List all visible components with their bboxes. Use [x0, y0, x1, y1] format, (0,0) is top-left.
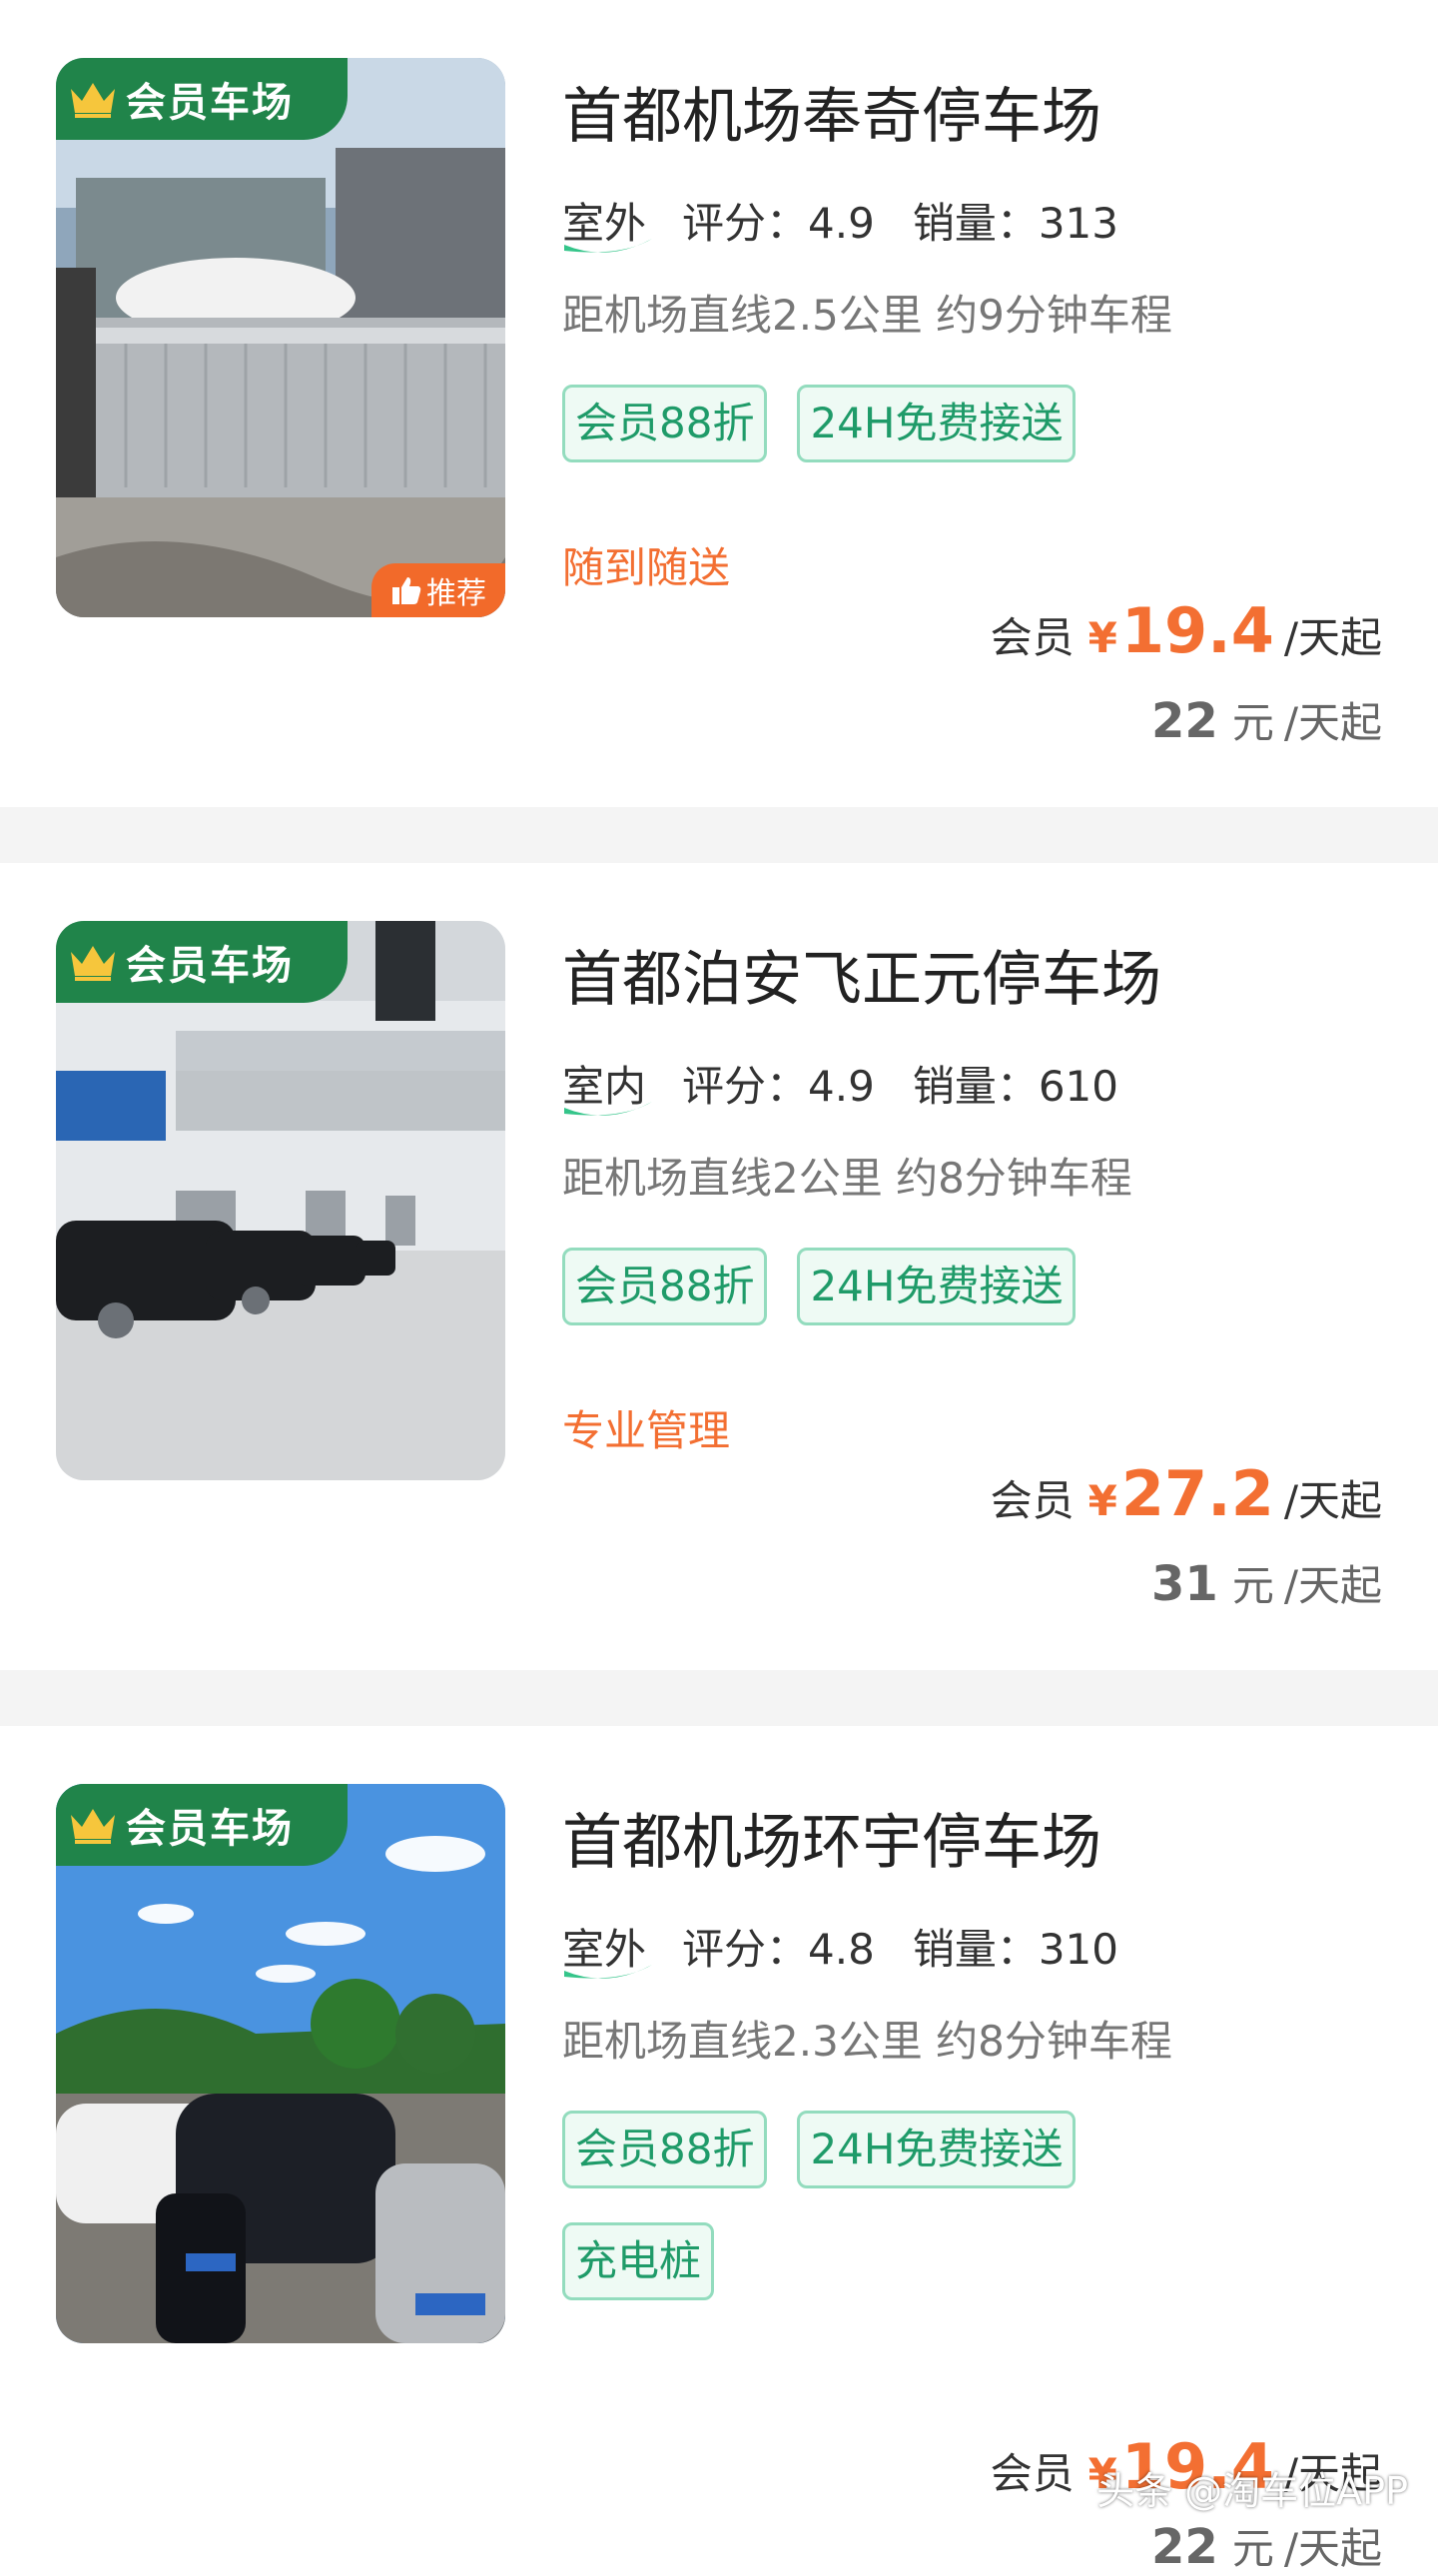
- parking-listing-card[interactable]: 会员车场 首都机场环宇停车场 室外 评分：4.8 销量：310 距机场直线2.3…: [0, 1726, 1438, 2575]
- member-lot-badge-label: 会员车场: [126, 1806, 294, 1852]
- distance-text: 距机场直线2.3公里 约8分钟车程: [562, 2017, 1172, 2066]
- original-price-unit: /天起: [1283, 698, 1382, 747]
- tag-free-shuttle: 24H免费接送: [797, 2111, 1077, 2188]
- lot-type: 室内: [562, 1053, 652, 1116]
- parking-lot-name[interactable]: 首都机场奉奇停车场: [562, 68, 1101, 155]
- crown-icon: [71, 946, 115, 981]
- tag-member-discount: 会员88折: [562, 2111, 768, 2188]
- feature-text: 专业管理: [562, 1406, 731, 1455]
- member-lot-badge: 会员车场: [56, 1784, 348, 1866]
- parking-listing-card[interactable]: 会员车场 首都泊安飞正元停车场 室内 评分：4.9 销量：610 距机场直线2公…: [0, 863, 1438, 1670]
- recommend-badge: 推荐: [371, 563, 505, 617]
- lot-type-label: 室内: [562, 1062, 647, 1111]
- card-divider: [0, 807, 1438, 863]
- outdoor-gate-photo-image: [56, 58, 505, 617]
- original-price: 31 元 /天起: [1151, 1552, 1382, 1613]
- parking-lot-name[interactable]: 首都泊安飞正元停车场: [562, 931, 1161, 1018]
- original-price-currency: 元: [1231, 698, 1274, 747]
- price-unit: /天起: [1283, 1476, 1382, 1525]
- indoor-garage-photo-image: [56, 921, 505, 1480]
- original-price-unit: /天起: [1283, 2524, 1382, 2573]
- price-unit: /天起: [1283, 613, 1382, 662]
- crown-icon: [71, 83, 115, 118]
- parking-lot-photo[interactable]: 会员车场: [56, 921, 505, 1480]
- distance-text: 距机场直线2.5公里 约9分钟车程: [562, 291, 1172, 340]
- tag-charging-pile: 充电桩: [562, 2222, 715, 2300]
- thumbs-up-icon: [392, 577, 421, 604]
- member-lot-badge: 会员车场: [56, 921, 348, 1003]
- card-divider: [0, 1670, 1438, 1726]
- rating: 评分：4.8: [682, 1925, 875, 1974]
- tag-list: 会员88折 24H免费接送: [562, 385, 1077, 462]
- parking-listing-card[interactable]: 会员车场 推荐 首都机场奉奇停车场 室外 评分：4.9 销量：313 距机场直线…: [0, 0, 1438, 807]
- crown-icon: [71, 1809, 115, 1844]
- member-lot-badge-label: 会员车场: [126, 943, 294, 989]
- lot-type-label: 室外: [562, 199, 647, 248]
- distance-text: 距机场直线2公里 约8分钟车程: [562, 1154, 1132, 1203]
- member-price-value: 27.2: [1120, 1457, 1274, 1530]
- parking-lot-name[interactable]: 首都机场环宇停车场: [562, 1794, 1101, 1881]
- tag-member-discount: 会员88折: [562, 385, 768, 462]
- member-price-value: 19.4: [1120, 594, 1274, 667]
- recommend-badge-label: 推荐: [426, 576, 486, 611]
- member-price-label: 会员: [990, 613, 1075, 662]
- feature-text: 随到随送: [562, 543, 731, 592]
- member-price-label: 会员: [990, 2449, 1075, 2498]
- lot-type-label: 室外: [562, 1925, 647, 1974]
- watermark: 头条 @淘车位APP: [1096, 2460, 1408, 2515]
- parking-lot-photo[interactable]: 会员车场 推荐: [56, 58, 505, 617]
- tag-member-discount: 会员88折: [562, 1248, 768, 1325]
- listing-meta: 室外 评分：4.9 销量：313: [562, 190, 1118, 253]
- member-lot-badge: 会员车场: [56, 58, 348, 140]
- original-price-value: 31: [1151, 1556, 1218, 1612]
- lot-type: 室外: [562, 190, 652, 253]
- member-price-label: 会员: [990, 1476, 1075, 1525]
- rating: 评分：4.9: [682, 199, 875, 248]
- original-price: 22 元 /天起: [1151, 689, 1382, 750]
- lot-type: 室外: [562, 1916, 652, 1979]
- currency-symbol: ¥: [1087, 613, 1117, 662]
- original-price: 22 元 /天起: [1151, 2515, 1382, 2576]
- listing-meta: 室内 评分：4.9 销量：610: [562, 1053, 1118, 1116]
- member-price: 会员 ¥ 27.2 /天起: [991, 1457, 1382, 1530]
- rating: 评分：4.9: [682, 1062, 875, 1111]
- tag-list: 会员88折 24H免费接送: [562, 1248, 1077, 1325]
- original-price-value: 22: [1151, 693, 1218, 749]
- member-lot-badge-label: 会员车场: [126, 80, 294, 126]
- tag-list-secondary: 充电桩: [562, 2222, 715, 2300]
- watermark-text: 头条 @淘车位APP: [1096, 2469, 1408, 2513]
- outdoor-lot-photo-image: [56, 1784, 505, 2343]
- tag-list: 会员88折 24H免费接送: [562, 2111, 1077, 2188]
- original-price-currency: 元: [1231, 2524, 1274, 2573]
- sales-count: 销量：313: [912, 199, 1118, 248]
- tag-free-shuttle: 24H免费接送: [797, 1248, 1077, 1325]
- sales-count: 销量：310: [912, 1925, 1118, 1974]
- currency-symbol: ¥: [1087, 1476, 1117, 1525]
- sales-count: 销量：610: [912, 1062, 1118, 1111]
- original-price-value: 22: [1151, 2519, 1218, 2575]
- parking-lot-photo[interactable]: 会员车场: [56, 1784, 505, 2343]
- tag-free-shuttle: 24H免费接送: [797, 385, 1077, 462]
- original-price-unit: /天起: [1283, 1561, 1382, 1610]
- listing-meta: 室外 评分：4.8 销量：310: [562, 1916, 1118, 1979]
- member-price: 会员 ¥ 19.4 /天起: [991, 594, 1382, 667]
- original-price-currency: 元: [1231, 1561, 1274, 1610]
